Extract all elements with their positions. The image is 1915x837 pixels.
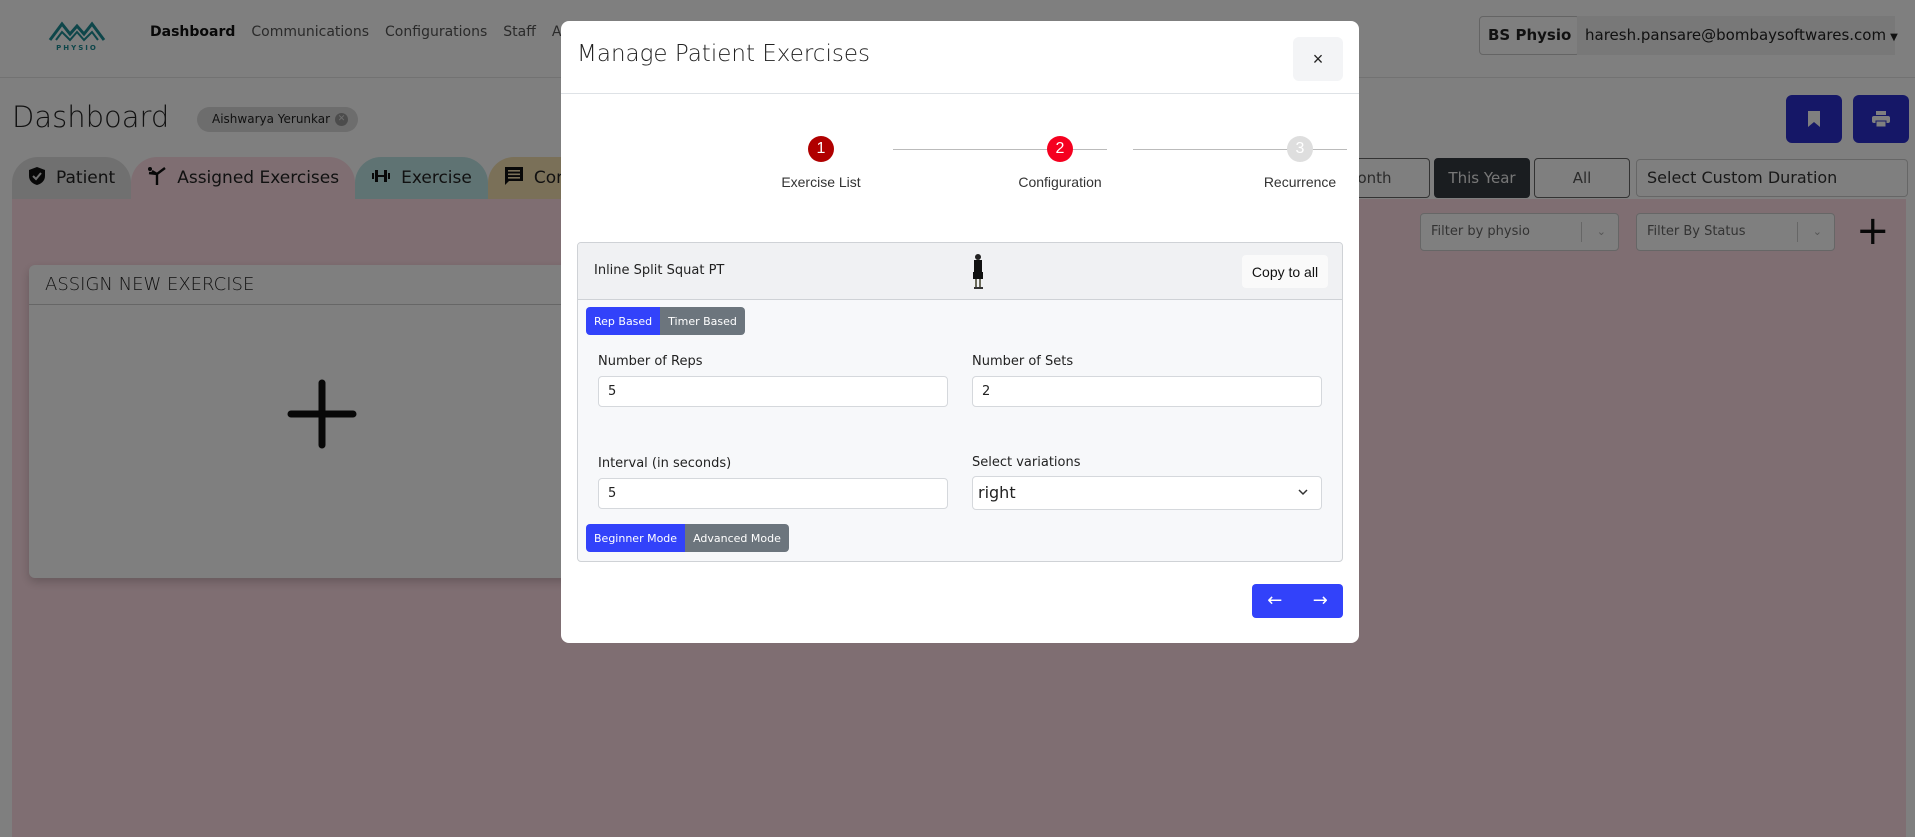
- step-number: 1: [808, 136, 834, 162]
- sets-label: Number of Sets: [972, 354, 1074, 369]
- modal-header: Manage Patient Exercises ×: [561, 21, 1359, 94]
- step-recurrence[interactable]: 3 Recurrence: [1200, 136, 1400, 190]
- exercise-name: Inline Split Squat PT: [594, 263, 725, 278]
- exercise-card-header: Inline Split Squat PT Copy to all: [578, 243, 1342, 300]
- step-number: 3: [1287, 136, 1313, 162]
- manage-exercises-modal: Manage Patient Exercises × 1 Exercise Li…: [561, 21, 1359, 643]
- beginner-mode-button[interactable]: Beginner Mode: [586, 524, 686, 552]
- exercise-thumbnail: [973, 254, 983, 289]
- advanced-mode-button[interactable]: Advanced Mode: [685, 524, 789, 552]
- interval-input[interactable]: 5: [598, 478, 948, 509]
- variations-value: right: [978, 483, 1016, 502]
- sets-input[interactable]: 2: [972, 376, 1322, 407]
- mode-toggle: Beginner Mode Advanced Mode: [586, 524, 789, 552]
- step-label: Configuration: [1018, 174, 1102, 190]
- stepper: 1 Exercise List 2 Configuration 3 Recurr…: [561, 136, 1359, 206]
- chevron-down-icon: [1297, 477, 1309, 521]
- variations-label: Select variations: [972, 455, 1081, 470]
- previous-arrow-icon[interactable]: ←: [1267, 584, 1282, 618]
- reps-input[interactable]: 5: [598, 376, 948, 407]
- exercise-type-toggle: Rep Based Timer Based: [586, 307, 745, 335]
- step-label: Recurrence: [1263, 174, 1337, 190]
- interval-label: Interval (in seconds): [598, 456, 732, 471]
- next-arrow-icon[interactable]: →: [1313, 584, 1328, 618]
- exercise-config-card: Inline Split Squat PT Copy to all Rep Ba…: [577, 242, 1343, 562]
- step-number: 2: [1047, 136, 1073, 162]
- modal-title: Manage Patient Exercises: [577, 41, 870, 67]
- close-icon: ×: [1312, 48, 1324, 69]
- variations-select[interactable]: right: [972, 476, 1322, 510]
- reps-label: Number of Reps: [598, 354, 703, 369]
- step-configuration[interactable]: 2 Configuration: [960, 136, 1160, 190]
- close-button[interactable]: ×: [1293, 37, 1343, 81]
- step-label: Exercise List: [781, 174, 861, 190]
- copy-to-all-button[interactable]: Copy to all: [1242, 255, 1328, 288]
- timer-based-button[interactable]: Timer Based: [660, 307, 745, 335]
- rep-based-button[interactable]: Rep Based: [586, 307, 661, 335]
- step-exercise-list[interactable]: 1 Exercise List: [721, 136, 921, 190]
- step-navigation: ← →: [1252, 584, 1343, 618]
